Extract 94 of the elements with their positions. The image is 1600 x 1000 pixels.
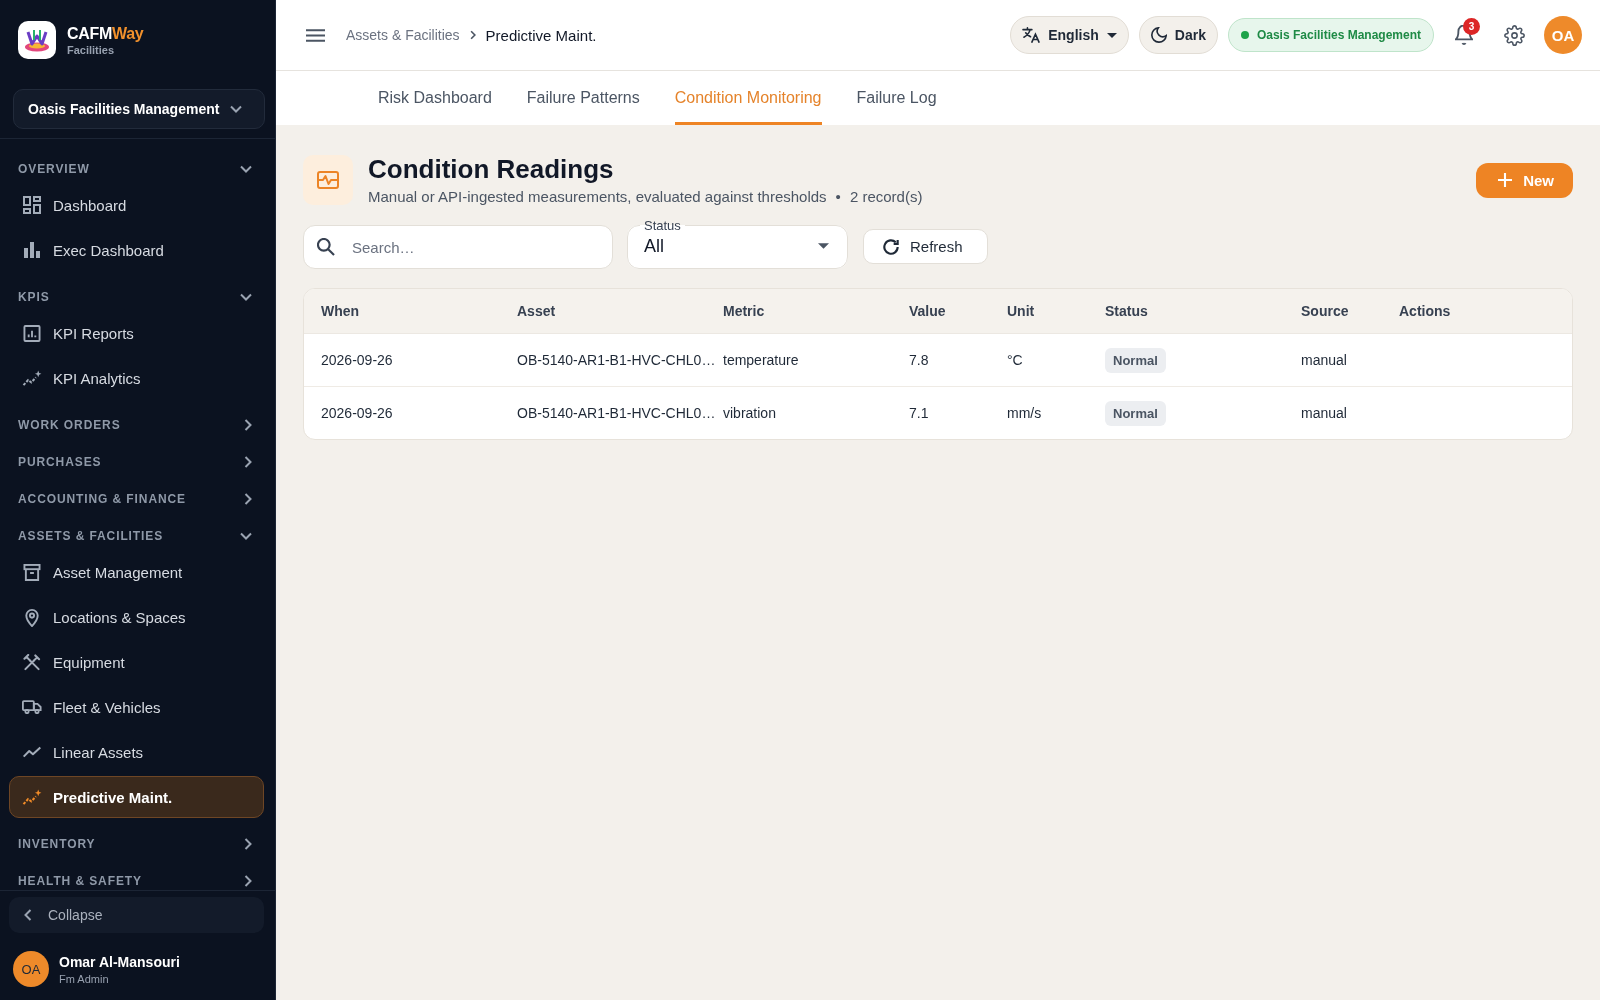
column-header: Metric: [723, 303, 765, 319]
page-title: Condition Readings: [368, 153, 615, 185]
sparkle-trend-icon: [22, 369, 42, 387]
table-cell: mm/s: [1007, 405, 1042, 421]
nav-item[interactable]: KPI Reports: [9, 312, 264, 354]
chevron-left-icon: [24, 909, 32, 921]
chevron-right-icon: [244, 419, 252, 431]
search-icon: [317, 238, 335, 256]
plus-icon: [1498, 173, 1513, 187]
nav-item[interactable]: Dashboard: [9, 184, 264, 226]
pulse-monitor-icon: [303, 155, 353, 205]
column-header: Source: [1301, 303, 1349, 319]
moon-icon: [1150, 27, 1167, 43]
chevron-down-icon: [240, 532, 252, 540]
organization-select[interactable]: Oasis Facilities Management: [13, 89, 265, 129]
nav-section-header[interactable]: ACCOUNTING & FINANCE: [0, 475, 275, 512]
truck-icon: [22, 700, 42, 714]
caret-down-icon: [1106, 32, 1117, 38]
notification-count-badge: 3: [1463, 18, 1480, 35]
nav-item[interactable]: Predictive Maint.: [9, 776, 264, 818]
column-header: Actions: [1399, 303, 1451, 319]
table-cell: 7.1: [909, 405, 929, 421]
tab[interactable]: Failure Patterns: [526, 71, 640, 125]
organization-name: Oasis Facilities Management: [1256, 28, 1421, 42]
table-cell: vibration: [723, 405, 776, 421]
breadcrumb-link[interactable]: Assets & Facilities: [346, 27, 460, 43]
table-cell: manual: [1301, 352, 1347, 368]
nav-section-header[interactable]: INVENTORY: [0, 820, 275, 857]
search-field[interactable]: Search…: [303, 225, 613, 269]
nav-section-header[interactable]: PURCHASES: [0, 438, 275, 475]
nav-section-header[interactable]: OVERVIEW: [0, 145, 275, 182]
status-badge: Normal: [1105, 347, 1166, 373]
map-pin-icon: [22, 607, 42, 627]
nav-item[interactable]: Equipment: [9, 641, 264, 683]
tab[interactable]: Risk Dashboard: [378, 71, 492, 125]
archive-box-icon: [22, 563, 42, 581]
trend-line-icon: [22, 746, 42, 758]
column-header: Value: [909, 303, 946, 319]
chevron-right-icon: [244, 875, 252, 887]
column-header: Status: [1105, 303, 1148, 319]
nav-section-header[interactable]: HEALTH & SAFETY: [0, 857, 275, 890]
status-badge: Normal: [1105, 400, 1166, 426]
table-cell: OB-5140-AR1-B1-HVC-CHL0…: [517, 405, 716, 421]
chevron-right-icon: [244, 493, 252, 505]
chevron-right-icon: [244, 456, 252, 468]
sparkle-trend-icon: [22, 788, 42, 806]
nav-section-header[interactable]: KPIS: [0, 273, 275, 310]
tools-icon: [22, 653, 42, 671]
language-button[interactable]: English: [1010, 16, 1129, 54]
chevron-down-icon: [240, 165, 252, 173]
table-cell: 2026-09-26: [321, 405, 393, 421]
table-cell: 7.8: [909, 352, 929, 368]
column-header: When: [321, 303, 360, 319]
table-cell: manual: [1301, 405, 1347, 421]
table-cell: OB-5140-AR1-B1-HVC-CHL0…: [517, 352, 716, 368]
nav-section-header[interactable]: WORK ORDERS: [0, 401, 275, 438]
nav-item[interactable]: Asset Management: [9, 551, 264, 593]
user-role: Fm Admin: [59, 972, 110, 985]
translate-icon: [1022, 27, 1041, 43]
chevron-down-icon: [240, 293, 252, 301]
status-select[interactable]: Status All: [627, 218, 848, 269]
nav-item[interactable]: Exec Dashboard: [9, 229, 264, 271]
settings-icon[interactable]: [1503, 24, 1525, 46]
column-header: Unit: [1007, 303, 1035, 319]
nav-item[interactable]: Linear Assets: [9, 731, 264, 773]
nav-item[interactable]: KPI Analytics: [9, 357, 264, 399]
collapse-button[interactable]: Collapse: [9, 897, 264, 933]
status-dot-icon: [1240, 31, 1249, 39]
table-cell: 2026-09-26: [321, 352, 393, 368]
caret-down-icon: [818, 243, 829, 249]
logo-icon: [18, 21, 56, 59]
nav-item[interactable]: Locations & Spaces: [9, 596, 264, 638]
page-subtitle: Manual or API-ingested measurements, evaluated against thresholds • 2 record(s): [368, 187, 923, 207]
chevron-right-icon: [469, 30, 476, 40]
menu-icon[interactable]: [306, 28, 325, 42]
table-cell: temperature: [723, 352, 799, 368]
chevron-down-icon: [230, 105, 242, 113]
tab[interactable]: Failure Log: [856, 71, 937, 125]
dashboard-grid-icon: [22, 196, 42, 214]
user-name: Omar Al-Mansouri: [59, 953, 180, 970]
user-avatar[interactable]: OA: [13, 951, 49, 987]
chevron-right-icon: [244, 838, 252, 850]
breadcrumb-current: Predictive Maint.: [485, 26, 597, 44]
report-chart-icon: [22, 324, 42, 342]
nav-item[interactable]: Fleet & Vehicles: [9, 686, 264, 728]
theme-toggle-button[interactable]: Dark: [1138, 16, 1218, 54]
nav-section-header[interactable]: ASSETS & FACILITIES: [0, 512, 275, 549]
column-header: Asset: [517, 303, 556, 319]
brand-subtitle: Facilities: [67, 43, 116, 57]
table-cell: °C: [1007, 352, 1023, 368]
brand-name: CAFMWay: [67, 23, 144, 43]
refresh-icon: [883, 238, 899, 255]
refresh-button[interactable]: Refresh: [863, 229, 988, 264]
bar-chart-icon: [22, 242, 42, 258]
